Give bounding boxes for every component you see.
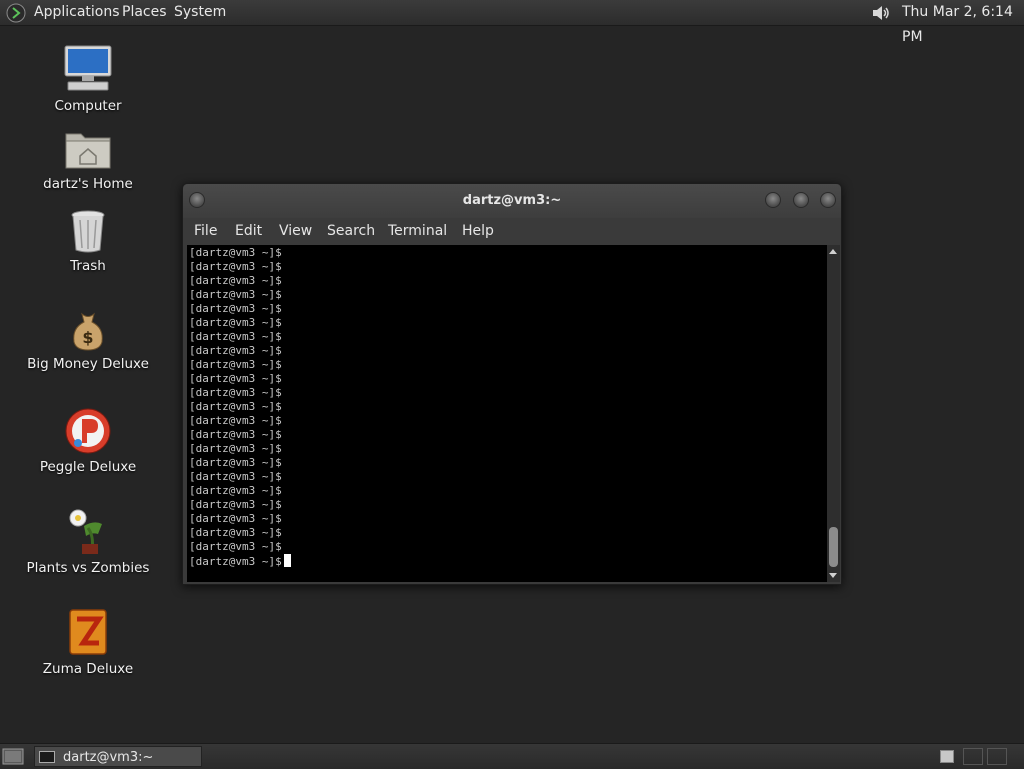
menu-help[interactable]: Help xyxy=(462,218,494,244)
window-title: dartz@vm3:~ xyxy=(462,193,562,208)
desktop-icon-label: Peggle Deluxe xyxy=(39,459,137,475)
terminal-line: [dartz@vm3 ~]$ xyxy=(189,358,282,371)
bottom-panel: dartz@vm3:~ xyxy=(0,743,1024,769)
terminal-lines: [dartz@vm3 ~]$ [dartz@vm3 ~]$ [dartz@vm3 ~… xyxy=(189,246,291,568)
plants-vs-zombies-icon xyxy=(69,509,102,554)
desktop-icon-peggle[interactable]: Peggle Deluxe xyxy=(24,407,152,475)
terminal-line: [dartz@vm3 ~]$ xyxy=(189,554,291,568)
terminal-line: [dartz@vm3 ~]$ xyxy=(189,260,282,273)
taskbar-button-terminal[interactable]: dartz@vm3:~ xyxy=(34,746,202,767)
money-bag-icon: $ xyxy=(73,312,103,351)
terminal-line: [dartz@vm3 ~]$ xyxy=(189,442,282,455)
terminal-line: [dartz@vm3 ~]$ xyxy=(189,330,282,343)
desktop-icon-label: Trash xyxy=(70,258,106,274)
menu-view[interactable]: View xyxy=(279,218,312,244)
terminal-line: [dartz@vm3 ~]$ xyxy=(189,526,282,539)
desktop-icon-label: Zuma Deluxe xyxy=(42,661,134,677)
gnome-foot-icon[interactable] xyxy=(6,3,26,23)
desktop-icon-computer[interactable]: Computer xyxy=(24,44,152,114)
terminal-line: [dartz@vm3 ~]$ xyxy=(189,386,282,399)
home-folder-icon xyxy=(65,133,111,169)
terminal-menubar: File Edit View Search Terminal Help xyxy=(183,218,841,244)
desktop-icon-big-money[interactable]: $ Big Money Deluxe xyxy=(24,310,152,372)
scrollbar-thumb[interactable] xyxy=(829,527,838,567)
menu-file[interactable]: File xyxy=(194,218,217,244)
maximize-button[interactable] xyxy=(793,192,809,208)
menu-edit[interactable]: Edit xyxy=(235,218,262,244)
desktop-icon-label: Big Money Deluxe xyxy=(27,356,149,372)
minimize-button[interactable] xyxy=(765,192,781,208)
desktop-icon-home[interactable]: dartz's Home xyxy=(24,128,152,192)
menu-search[interactable]: Search xyxy=(327,218,375,244)
volume-icon[interactable] xyxy=(870,3,892,23)
terminal-line: [dartz@vm3 ~]$ xyxy=(189,400,282,413)
terminal-cursor xyxy=(283,554,291,567)
computer-icon xyxy=(64,45,112,91)
zuma-icon xyxy=(69,609,107,655)
terminal-line: [dartz@vm3 ~]$ xyxy=(189,414,282,427)
workspace-1[interactable] xyxy=(940,750,954,763)
peggle-icon xyxy=(65,408,111,454)
scroll-up-icon[interactable] xyxy=(829,249,837,254)
terminal-line: [dartz@vm3 ~]$ xyxy=(189,246,282,259)
terminal-icon xyxy=(39,751,55,763)
trash-icon xyxy=(71,210,105,253)
window-titlebar[interactable]: dartz@vm3:~ xyxy=(183,184,841,218)
clock[interactable]: Thu Mar 2, 6:14 PM xyxy=(902,0,1024,50)
top-panel: Applications Places System Thu Mar 2, 6:… xyxy=(0,0,1024,45)
desktop-icon-label: dartz's Home xyxy=(43,176,133,192)
terminal-line: [dartz@vm3 ~]$ xyxy=(189,316,282,329)
terminal-line: [dartz@vm3 ~]$ xyxy=(189,274,282,287)
terminal-line: [dartz@vm3 ~]$ xyxy=(189,470,282,483)
terminal-line: [dartz@vm3 ~]$ xyxy=(189,428,282,441)
desktop-icon-label: Computer xyxy=(54,98,122,114)
desktop-icon-zuma[interactable]: Zuma Deluxe xyxy=(24,607,152,677)
workspace-2[interactable] xyxy=(963,748,983,765)
system-menu[interactable]: System xyxy=(174,0,226,25)
scroll-down-icon[interactable] xyxy=(829,573,837,578)
terminal-output[interactable]: [dartz@vm3 ~]$ [dartz@vm3 ~]$ [dartz@vm3 ~… xyxy=(187,245,827,582)
terminal-scrollbar[interactable] xyxy=(827,245,840,582)
terminal-window: dartz@vm3:~ File Edit View Search Termin… xyxy=(182,183,842,585)
show-desktop-icon[interactable] xyxy=(2,747,24,766)
desktop-icon-plants-vs-zombies[interactable]: Plants vs Zombies xyxy=(24,506,152,576)
terminal-line: [dartz@vm3 ~]$ xyxy=(189,344,282,357)
terminal-line: [dartz@vm3 ~]$ xyxy=(189,484,282,497)
places-menu[interactable]: Places xyxy=(122,0,167,25)
terminal-line: [dartz@vm3 ~]$ xyxy=(189,540,282,553)
terminal-line: [dartz@vm3 ~]$ xyxy=(189,288,282,301)
svg-text:$: $ xyxy=(82,328,93,347)
terminal-line: [dartz@vm3 ~]$ xyxy=(189,372,282,385)
terminal-line: [dartz@vm3 ~]$ xyxy=(189,456,282,469)
workspace-3[interactable] xyxy=(987,748,1007,765)
terminal-line: [dartz@vm3 ~]$ xyxy=(189,512,282,525)
terminal-line: [dartz@vm3 ~]$ xyxy=(189,302,282,315)
close-button[interactable] xyxy=(820,192,836,208)
taskbar-button-label: dartz@vm3:~ xyxy=(63,750,154,765)
applications-menu[interactable]: Applications xyxy=(34,0,120,25)
desktop-icon-trash[interactable]: Trash xyxy=(24,208,152,274)
terminal-line: [dartz@vm3 ~]$ xyxy=(189,498,282,511)
menu-terminal[interactable]: Terminal xyxy=(388,218,447,244)
desktop-icon-label: Plants vs Zombies xyxy=(26,560,150,576)
